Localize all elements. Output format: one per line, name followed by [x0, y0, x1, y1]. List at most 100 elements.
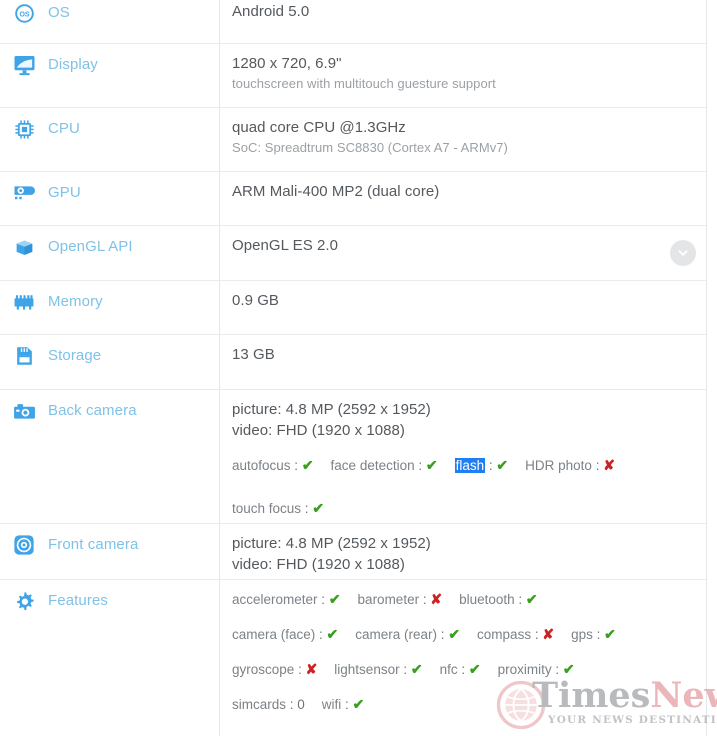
spec-value-cell-os: Android 5.0: [220, 0, 706, 43]
feature-flag-separator: :: [414, 458, 426, 473]
spec-value-gpu: ARM Mali-400 MP2 (dual core): [232, 183, 440, 200]
cross-icon: ✘: [430, 591, 443, 607]
storage-card-icon: [12, 345, 36, 367]
feature-flag-separator: :: [290, 458, 302, 473]
check-icon: ✔: [326, 626, 339, 642]
feature-flag-separator: :: [419, 592, 431, 607]
spec-label-os: OS: [48, 4, 70, 21]
check-icon: ✔: [562, 661, 575, 677]
check-icon: ✔: [352, 696, 365, 712]
feature-flag-label: touch focus: [232, 501, 302, 516]
feature-flag: barometer : ✘: [357, 591, 443, 607]
feature-flag: bluetooth : ✔: [459, 591, 538, 607]
spec-value-cell-storage: 13 GB: [220, 335, 706, 389]
feature-flag-label: flash: [454, 458, 486, 473]
spec-row-cpu: CPU quad core CPU @1.3GHz SoC: Spreadtru…: [0, 108, 706, 172]
feature-flag-label: autofocus: [232, 458, 291, 473]
spec-label-gpu: GPU: [48, 184, 81, 201]
feature-flag: compass : ✘: [477, 626, 555, 642]
feature-flag-separator: :: [592, 627, 605, 642]
feature-flag-value: 0: [297, 697, 305, 712]
chevron-down-icon[interactable]: [670, 240, 696, 266]
features-flags-line-3: gyroscope : ✘ lightsensor : ✔ nfc : ✔ proxi…: [232, 659, 694, 680]
spec-label-memory: Memory: [48, 293, 103, 310]
spec-row-gpu: GPU ARM Mali-400 MP2 (dual core): [0, 172, 706, 226]
feature-flag-label: wifi: [321, 697, 342, 712]
feature-flag: wifi : ✔: [321, 696, 365, 712]
spec-label-storage: Storage: [48, 347, 102, 364]
spec-label-opengl: OpenGL API: [48, 238, 133, 255]
gear-icon: [12, 590, 36, 612]
spec-row-os: OS OS Android 5.0: [0, 0, 706, 44]
feature-flag-separator: :: [531, 627, 543, 642]
feature-flag: touch focus : ✔: [232, 500, 324, 516]
back-camera-flags-line-1: autofocus : ✔ face detection : ✔ flash : ✔…: [232, 455, 694, 476]
feature-flag-label: gyroscope: [232, 662, 295, 677]
check-icon: ✔: [525, 591, 538, 607]
features-flags-line-4: simcards : 0 wifi : ✔: [232, 694, 694, 715]
spec-value-cpu: quad core CPU @1.3GHz: [232, 119, 406, 136]
spec-row-opengl: OpenGL API OpenGL ES 2.0: [0, 226, 706, 281]
feature-flag-separator: :: [399, 662, 411, 677]
feature-flag-label: nfc: [439, 662, 458, 677]
check-icon: ✔: [604, 626, 616, 642]
gsmarena-style-spec-sheet: OS OS Android 5.0 Display 1280 x 720, 6.…: [0, 0, 717, 736]
feature-flag: nfc : ✔: [439, 661, 481, 677]
spec-value-cell-features: accelerometer : ✔ barometer : ✘ bluetooth …: [220, 580, 706, 736]
feature-flag-label: bluetooth: [459, 592, 515, 607]
spec-value-cell-back-camera: picture: 4.8 MP (2592 x 1952) video: FHD…: [220, 390, 706, 523]
spec-row-display: Display 1280 x 720, 6.9" touchscreen wit…: [0, 44, 706, 108]
feature-flag-label: compass: [477, 627, 532, 642]
feature-flag-separator: :: [286, 697, 298, 712]
feature-flag-separator: :: [294, 662, 306, 677]
feature-flag: gyroscope : ✘: [232, 661, 318, 677]
feature-flag: camera (face) : ✔: [232, 626, 339, 642]
spec-value-cell-cpu: quad core CPU @1.3GHz SoC: Spreadtrum SC…: [220, 108, 706, 171]
feature-flag-separator: :: [301, 501, 313, 516]
back-camera-flags-line-2: touch focus : ✔: [232, 498, 694, 519]
feature-flag: HDR photo : ✘: [525, 457, 615, 473]
spec-value-cell-memory: 0.9 GB: [220, 281, 706, 334]
feature-flag-label: face detection: [330, 458, 415, 473]
spec-value-back-camera-video: video: FHD (1920 x 1088): [232, 422, 405, 439]
cross-icon: ✘: [542, 626, 555, 642]
check-icon: ✔: [448, 626, 461, 642]
check-icon: ✔: [496, 457, 509, 473]
spec-row-back-camera: Back camera picture: 4.8 MP (2592 x 1952…: [0, 390, 706, 524]
spec-value-back-camera-picture: picture: 4.8 MP (2592 x 1952): [232, 401, 431, 418]
spec-row-features: Features accelerometer : ✔ barometer : ✘ b…: [0, 580, 706, 736]
cube-icon: [12, 236, 36, 258]
check-icon: ✔: [301, 457, 314, 473]
spec-label-cell-memory: Memory: [0, 281, 220, 334]
feature-flag-label: simcards: [232, 697, 287, 712]
feature-flag-label: camera (rear): [355, 627, 438, 642]
feature-flag-label: gps: [571, 627, 593, 642]
feature-flag: autofocus : ✔: [232, 457, 314, 473]
feature-flag-separator: :: [514, 592, 526, 607]
spec-value-front-camera-video: video: FHD (1920 x 1088): [232, 556, 405, 573]
check-icon: ✔: [328, 591, 341, 607]
cpu-chip-icon: [12, 118, 36, 140]
spec-label-back-camera: Back camera: [48, 402, 137, 419]
feature-flag-separator: :: [315, 627, 327, 642]
spec-label-cell-features: Features: [0, 580, 220, 736]
spec-value-os: Android 5.0: [232, 3, 310, 20]
spec-value-cell-display: 1280 x 720, 6.9" touchscreen with multit…: [220, 44, 706, 107]
feature-flag: simcards : 0: [232, 697, 305, 712]
feature-flag: face detection : ✔: [330, 457, 438, 473]
camera-icon: [12, 400, 36, 422]
feature-flag: gps : ✔: [571, 626, 616, 642]
spec-value-opengl: OpenGL ES 2.0: [232, 237, 338, 254]
spec-subvalue-cpu: SoC: Spreadtrum SC8830 (Cortex A7 - ARMv…: [232, 140, 508, 155]
svg-text:OS: OS: [19, 11, 29, 18]
spec-value-front-camera-picture: picture: 4.8 MP (2592 x 1952): [232, 535, 431, 552]
spec-label-cell-os: OS OS: [0, 0, 220, 43]
feature-flag-separator: :: [457, 662, 469, 677]
feature-flag-label: accelerometer: [232, 592, 318, 607]
feature-flag-label: barometer: [357, 592, 420, 607]
features-flags-line-1: accelerometer : ✔ barometer : ✘ bluetooth …: [232, 589, 694, 610]
spec-label-features: Features: [48, 592, 108, 609]
cross-icon: ✘: [305, 661, 318, 677]
feature-flag-separator: :: [437, 627, 449, 642]
feature-flag-label: lightsensor: [334, 662, 400, 677]
